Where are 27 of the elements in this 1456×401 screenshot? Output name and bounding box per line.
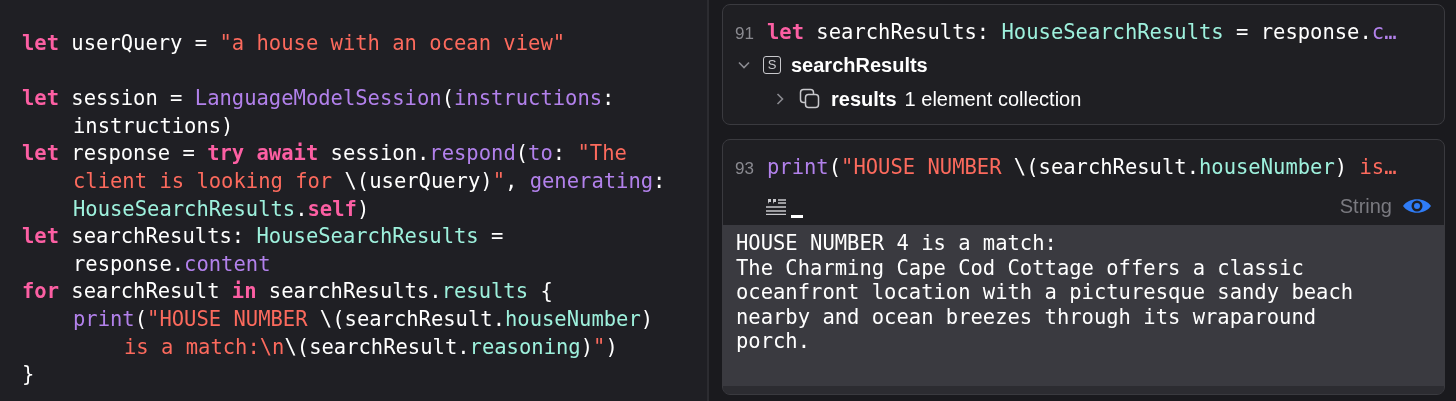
code-line: for searchResult in searchResults.results { [22,278,554,306]
code-line: } [22,361,36,389]
line-number: 91 [735,24,755,44]
eye-icon [1402,196,1432,216]
output-text: HOUSE NUMBER 4 is a match: The Charming Cape Cod Cottage offers a classic oceanfront location with a picturesque sandy beach nearby and ocean breezes through its wraparound porch. [723,225,1444,394]
struct-badge: S [763,56,781,74]
code-line: print("HOUSE NUMBER \(searchResult.houseNumber) is… [767,155,1397,179]
code-line: print("HOUSE NUMBER \(searchResult.houseNumber) [72,305,655,333]
code-line: HouseSearchResults.self) [72,195,371,223]
code-line: is a match:\n\(searchResult.reasoning)") [123,333,619,361]
variable-name: results [831,87,897,111]
code-line: let response = try await session.respond(to: "The [22,140,628,168]
value-summary: 1 element collection [904,87,1082,111]
code-line: response.content [72,250,272,278]
variable-name: searchResults [791,53,928,77]
value-type: String [1339,194,1392,218]
cursor-icon [791,215,803,218]
code-line: instructions) [72,112,235,140]
quote-lines-icon [765,197,787,215]
code-line: let userQuery = "a house with an ocean view" [22,30,567,57]
collection-icon [799,88,821,110]
code-line: let session = LanguageModelSession(instructions: [22,85,616,113]
quick-look-button[interactable] [1402,196,1432,216]
code-line: let searchResults: HouseSearchResults = [22,223,505,251]
code-line: client is looking for \(userQuery)", generating: [72,167,667,195]
line-number: 93 [735,159,755,179]
code-line: let searchResults: HouseSearchResults = response.c… [767,20,1397,44]
